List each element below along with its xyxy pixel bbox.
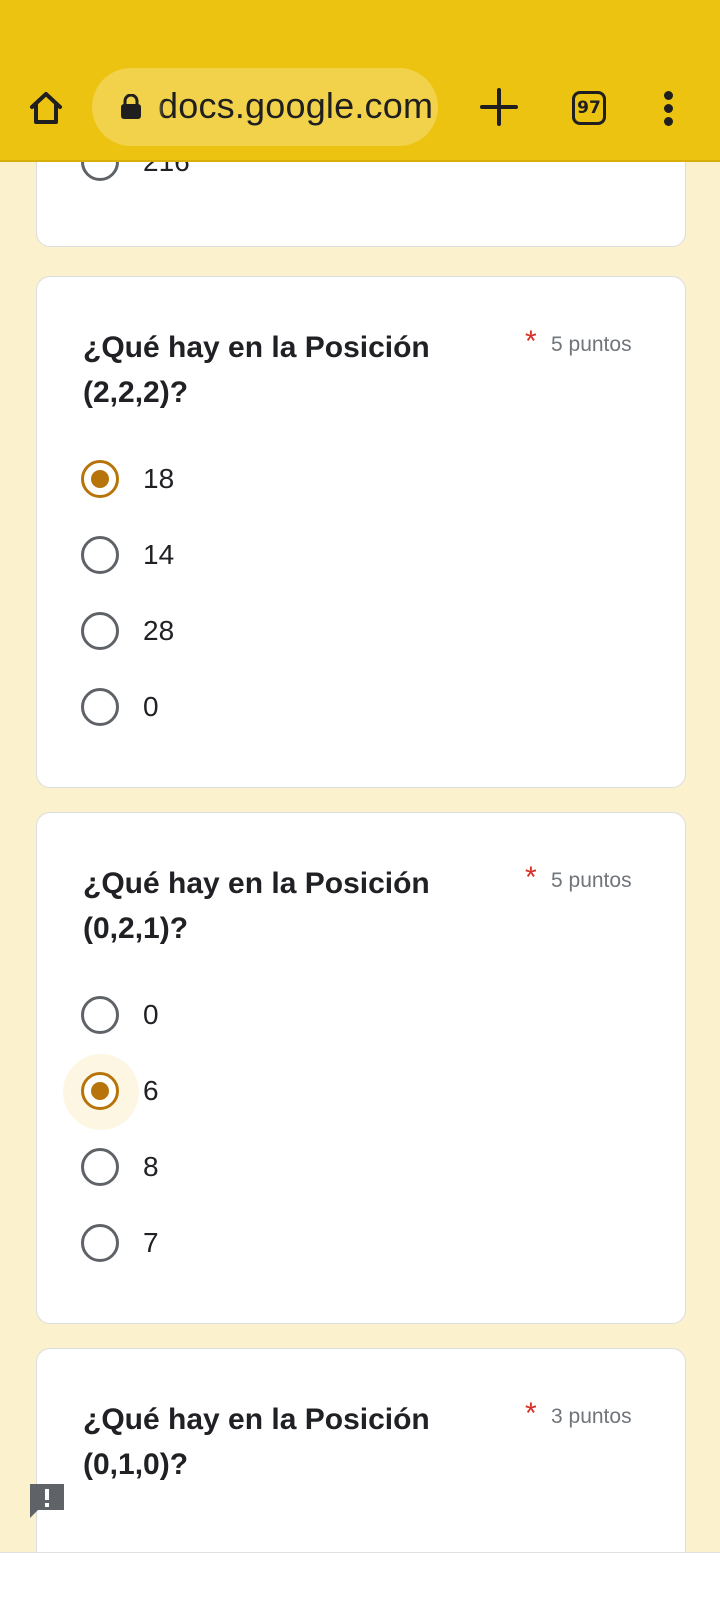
more-vert-icon[interactable] bbox=[656, 88, 680, 128]
tab-count: 97 bbox=[577, 98, 601, 118]
option-7[interactable]: 7 bbox=[81, 1222, 381, 1266]
radio-button-selected[interactable] bbox=[81, 460, 119, 498]
address-bar[interactable]: docs.google.com bbox=[92, 68, 438, 146]
option-label: 28 bbox=[143, 615, 175, 646]
radio-button-selected[interactable] bbox=[81, 1072, 119, 1110]
option-label: 18 bbox=[143, 463, 175, 494]
option-6[interactable]: 6 bbox=[63, 1054, 381, 1130]
question-card-2: ¿Qué hay en la Posición (0,2,1)? * 5 pun… bbox=[36, 812, 686, 1324]
url-text[interactable]: docs.google.com bbox=[158, 85, 433, 127]
lock-icon bbox=[121, 94, 141, 119]
question-points: 3 puntos bbox=[551, 1405, 632, 1428]
radio-button[interactable] bbox=[81, 688, 119, 726]
question-title: ¿Qué hay en la Posición (0,2,1)? bbox=[83, 867, 430, 945]
question-card-1: ¿Qué hay en la Posición (2,2,2)? * 5 pun… bbox=[36, 276, 686, 788]
option-8[interactable]: 8 bbox=[81, 1146, 381, 1190]
option-14[interactable]: 14 bbox=[81, 534, 381, 578]
option-18[interactable]: 18 bbox=[81, 458, 381, 502]
option-216[interactable]: 216 bbox=[81, 162, 381, 185]
radio-button[interactable] bbox=[81, 536, 119, 574]
option-label: 14 bbox=[143, 539, 175, 570]
option-label: 216 bbox=[143, 162, 190, 179]
tab-switcher-button[interactable]: 97 bbox=[572, 91, 606, 125]
home-icon[interactable] bbox=[26, 88, 66, 128]
feedback-icon[interactable] bbox=[26, 1480, 68, 1522]
question-title: ¿Qué hay en la Posición (0,1,0)? bbox=[83, 1403, 430, 1481]
option-label: 0 bbox=[143, 691, 159, 722]
required-asterisk: * bbox=[525, 325, 537, 358]
option-28[interactable]: 28 bbox=[81, 610, 381, 654]
radio-button[interactable] bbox=[81, 996, 119, 1034]
required-asterisk: * bbox=[525, 1397, 537, 1430]
option-label: 8 bbox=[143, 1151, 159, 1182]
question-points: 5 puntos bbox=[551, 333, 632, 356]
radio-button[interactable] bbox=[81, 1224, 119, 1262]
option-label: 0 bbox=[143, 999, 159, 1030]
option-0[interactable]: 0 bbox=[81, 686, 381, 730]
radio-button[interactable] bbox=[81, 162, 119, 181]
option-0[interactable]: 0 bbox=[81, 994, 381, 1038]
previous-question-card: 216 bbox=[36, 162, 686, 247]
option-label: 7 bbox=[143, 1227, 159, 1258]
option-label: 6 bbox=[143, 1075, 159, 1106]
plus-icon[interactable] bbox=[478, 86, 520, 128]
question-title: ¿Qué hay en la Posición (2,2,2)? bbox=[83, 331, 430, 409]
form-content: 216 ¿Qué hay en la Posición (2,2,2)? * 5… bbox=[0, 162, 720, 1552]
url-fade bbox=[150, 68, 164, 146]
radio-button[interactable] bbox=[81, 1148, 119, 1186]
bottom-bar bbox=[0, 1552, 720, 1601]
question-card-3: ¿Qué hay en la Posición (0,1,0)? * 3 pun… bbox=[36, 1348, 686, 1552]
question-points: 5 puntos bbox=[551, 869, 632, 892]
radio-button[interactable] bbox=[81, 612, 119, 650]
browser-toolbar: docs.google.com 97 bbox=[0, 0, 720, 162]
required-asterisk: * bbox=[525, 861, 537, 894]
